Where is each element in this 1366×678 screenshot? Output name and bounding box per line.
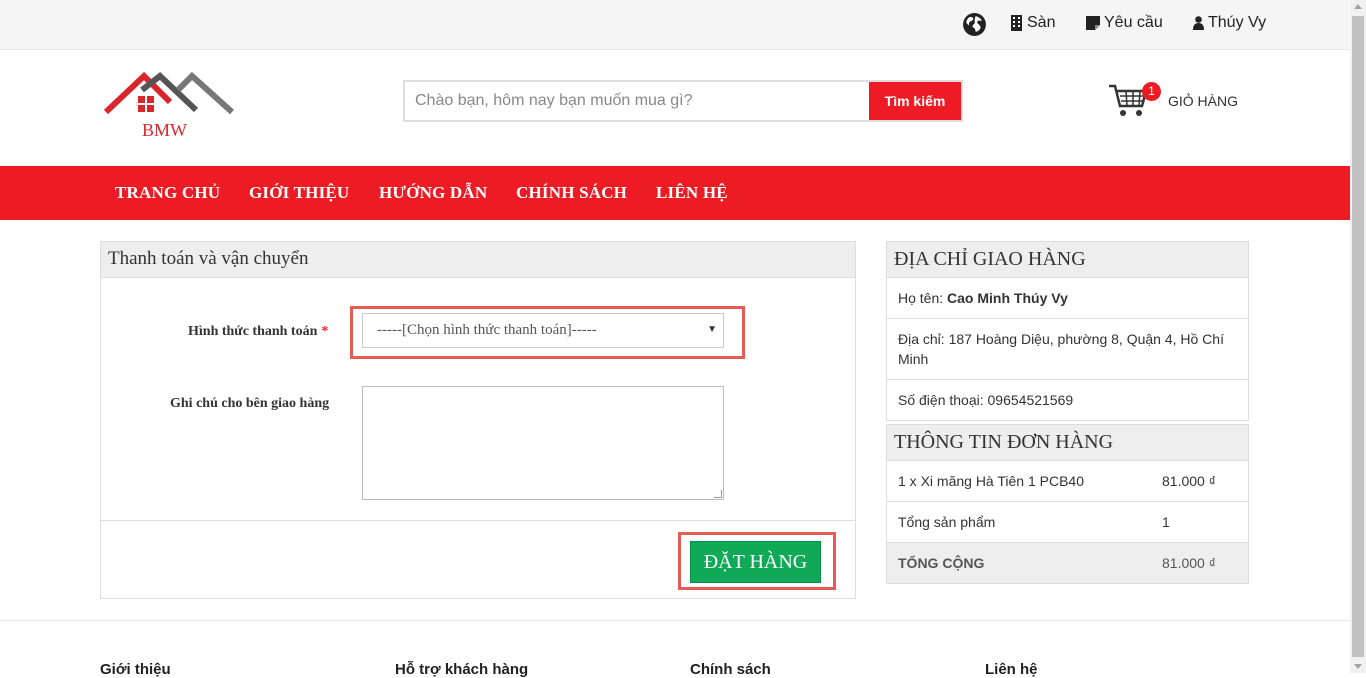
payment-method-label: Hình thức thanh toán *	[188, 324, 328, 340]
footer-heading-support: Hỗ trợ khách hàng	[395, 661, 529, 678]
footer-heading-contact: Liên hệ	[985, 661, 1038, 678]
order-item-price: 81.000 ₫	[1162, 473, 1216, 489]
order-info-title: THÔNG TIN ĐƠN HÀNG	[887, 425, 1248, 461]
order-total-value: 81.000 ₫	[1162, 555, 1216, 571]
required-mark: *	[321, 324, 329, 339]
order-item-label: 1 x Xi măng Hà Tiên 1 PCB40	[898, 473, 1084, 489]
order-count-label: Tổng sản phẩm	[898, 514, 996, 530]
place-order-button[interactable]: ĐẶT HÀNG	[690, 541, 821, 583]
user-name: Thúy Vy	[1208, 14, 1267, 31]
order-count-row: Tổng sản phẩm 1	[887, 502, 1248, 543]
address-phone-row: Số điện thoại: 09654521569	[898, 392, 1074, 408]
delivery-note-textarea[interactable]	[362, 386, 724, 500]
address-street-row: Địa chỉ: 187 Hoàng Diệu, phường 8, Quận …	[887, 319, 1248, 380]
san-link[interactable]: Sàn	[1010, 14, 1055, 32]
payment-panel: Thanh toán và vận chuyển Hình thức thanh…	[100, 241, 856, 599]
scrollbar-thumb[interactable]	[1352, 16, 1364, 657]
shipping-address-box: ĐỊA CHỈ GIAO HÀNG Họ tên: Cao Minh Thúy …	[886, 241, 1249, 421]
logo-text: BMW	[142, 120, 187, 140]
main-nav: TRANG CHỦ GIỚI THIỆU HƯỚNG DẪN CHÍNH SÁC…	[0, 166, 1350, 220]
order-total-label: TỔNG CỘNG	[898, 555, 985, 571]
logo[interactable]: BMW	[103, 70, 236, 140]
page-scrollbar[interactable]	[1350, 0, 1366, 673]
nav-item-about[interactable]: GIỚI THIỆU	[249, 183, 349, 203]
search-input[interactable]	[405, 82, 869, 120]
nav-item-contact[interactable]: LIÊN HỆ	[656, 183, 728, 203]
nav-item-home[interactable]: TRANG CHỦ	[115, 183, 220, 203]
user-link[interactable]: Thúy Vy	[1193, 14, 1266, 32]
dropdown-arrow-icon: ▼	[707, 324, 717, 335]
footer-heading-policy: Chính sách	[690, 661, 771, 678]
address-name-row: Họ tên: Cao Minh Thúy Vy	[887, 278, 1248, 319]
cart-link[interactable]: 1 GIỎ HÀNG	[1108, 82, 1238, 118]
order-item-row: 1 x Xi măng Hà Tiên 1 PCB40 81.000 ₫	[887, 461, 1248, 502]
panel-divider	[101, 520, 855, 521]
footer-divider	[0, 620, 1350, 621]
document-icon	[1086, 16, 1100, 30]
address-name-label: Họ tên:	[898, 290, 948, 306]
yeu-cau-link[interactable]: Yêu cầu	[1086, 14, 1163, 32]
search-button[interactable]: Tìm kiếm	[869, 82, 961, 120]
top-bar: Sàn Yêu cầu Thúy Vy	[0, 0, 1350, 50]
cart-label: GIỎ HÀNG	[1168, 93, 1239, 109]
order-info-box: THÔNG TIN ĐƠN HÀNG 1 x Xi măng Hà Tiên 1…	[886, 424, 1249, 584]
delivery-note-label: Ghi chú cho bên giao hàng	[170, 396, 330, 411]
yeu-cau-label: Yêu cầu	[1104, 14, 1163, 31]
scroll-down-arrow-icon[interactable]	[1354, 664, 1362, 669]
payment-method-select[interactable]: -----[Chọn hình thức thanh toán]----- ▼	[362, 313, 724, 348]
payment-method-label-text: Hình thức thanh toán	[188, 324, 318, 339]
nav-item-policy[interactable]: CHÍNH SÁCH	[516, 183, 627, 203]
nav-item-guide[interactable]: HƯỚNG DẪN	[379, 183, 487, 203]
globe-icon[interactable]	[962, 12, 987, 37]
payment-method-selected: -----[Chọn hình thức thanh toán]-----	[377, 322, 597, 338]
payment-panel-title: Thanh toán và vận chuyển	[101, 242, 855, 278]
order-count-value: 1	[1162, 514, 1170, 530]
resize-grip-icon[interactable]	[714, 490, 722, 498]
user-icon	[1193, 16, 1204, 30]
search-bar: Tìm kiếm	[403, 80, 963, 122]
shipping-address-title: ĐỊA CHỈ GIAO HÀNG	[887, 242, 1248, 278]
scroll-up-arrow-icon[interactable]	[1354, 4, 1362, 9]
building-icon	[1011, 15, 1022, 31]
order-total-row: TỔNG CỘNG 81.000 ₫	[887, 543, 1248, 583]
address-name-value: Cao Minh Thúy Vy	[947, 290, 1068, 306]
footer-heading-about: Giới thiệu	[100, 661, 171, 678]
logo-house-icon: BMW	[103, 71, 235, 140]
cart-count-badge: 1	[1142, 82, 1161, 101]
san-label: Sàn	[1027, 14, 1056, 31]
